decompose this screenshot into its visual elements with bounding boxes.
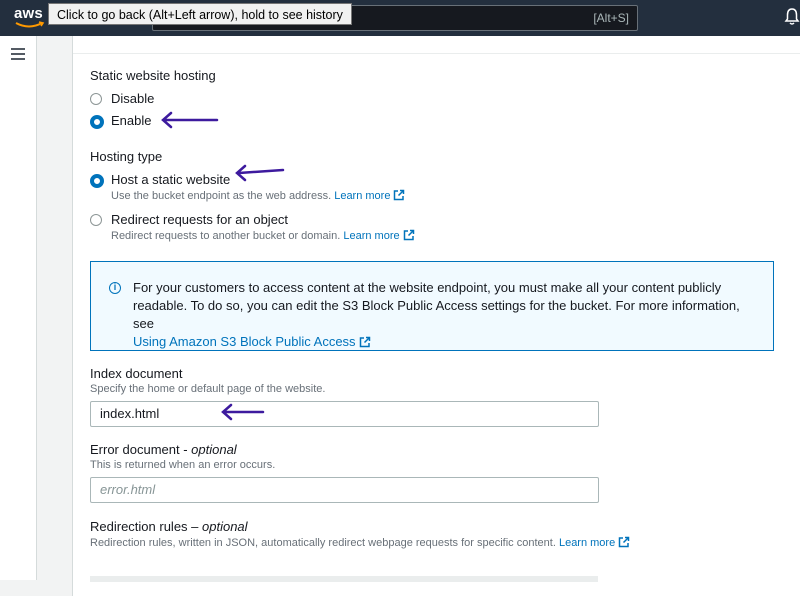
external-link-icon[interactable] — [359, 336, 371, 348]
info-alert-text: For your customers to access content at … — [133, 279, 763, 351]
redirection-rules-description: Redirection rules, written in JSON, auto… — [90, 536, 630, 549]
index-document-label: Index document — [90, 366, 183, 381]
hosting-type-label: Hosting type — [90, 149, 163, 164]
aws-logo[interactable]: aws — [14, 5, 48, 31]
radio-host-static-website[interactable] — [90, 174, 104, 188]
radio-disable-label[interactable]: Disable — [111, 91, 154, 106]
external-link-icon[interactable] — [618, 536, 630, 548]
aws-logo-text: aws — [14, 5, 43, 22]
annotation-arrow-icon — [161, 111, 219, 129]
redirection-rules-label-text: Redirection rules — [90, 519, 188, 534]
search-shortcut-hint: [Alt+S] — [593, 11, 629, 25]
external-link-icon[interactable] — [393, 189, 405, 201]
block-public-access-link[interactable]: Using Amazon S3 Block Public Access — [133, 334, 356, 349]
hamburger-menu-icon[interactable] — [11, 48, 25, 60]
annotation-arrow-icon — [221, 403, 265, 421]
radio-enable-label[interactable]: Enable — [111, 113, 151, 128]
annotation-arrow-icon — [235, 164, 285, 182]
aws-smile-icon — [15, 21, 45, 28]
learn-more-link[interactable]: Learn more — [343, 230, 399, 242]
info-alert-message: For your customers to access content at … — [133, 280, 740, 331]
host-static-description-text: Use the bucket endpoint as the web addre… — [111, 190, 332, 202]
block-public-access-info-alert: i For your customers to access content a… — [90, 261, 774, 351]
learn-more-link[interactable]: Learn more — [334, 190, 390, 202]
error-document-input[interactable]: error.html — [90, 477, 599, 503]
redirection-rules-label: Redirection rules – optional — [90, 519, 248, 534]
error-document-description: This is returned when an error occurs. — [90, 459, 276, 471]
index-document-description: Specify the home or default page of the … — [90, 383, 326, 395]
host-static-website-description: Use the bucket endpoint as the web addre… — [111, 189, 405, 202]
optional-tag: optional — [202, 519, 248, 534]
side-navigation — [0, 36, 37, 580]
radio-host-static-website-label[interactable]: Host a static website — [111, 172, 230, 187]
optional-tag: optional — [191, 442, 237, 457]
learn-more-link[interactable]: Learn more — [559, 537, 615, 549]
redirect-requests-description: Redirect requests to another bucket or d… — [111, 229, 415, 242]
radio-redirect-requests[interactable] — [90, 214, 102, 226]
external-link-icon[interactable] — [403, 229, 415, 241]
notifications-bell-icon[interactable] — [784, 7, 800, 27]
radio-enable[interactable] — [90, 115, 104, 129]
radio-redirect-requests-label[interactable]: Redirect requests for an object — [111, 212, 288, 227]
back-button-tooltip: Click to go back (Alt+Left arrow), hold … — [48, 3, 352, 25]
panel-top-divider — [73, 36, 800, 54]
error-document-label: Error document - optional — [90, 442, 237, 457]
redirection-rules-editor[interactable] — [90, 576, 598, 582]
radio-disable[interactable] — [90, 93, 102, 105]
error-document-label-text: Error document — [90, 442, 180, 457]
redirect-description-text: Redirect requests to another bucket or d… — [111, 230, 341, 242]
static-hosting-label: Static website hosting — [90, 68, 216, 83]
redirection-rules-description-text: Redirection rules, written in JSON, auto… — [90, 537, 556, 549]
info-icon: i — [109, 282, 121, 294]
index-document-input[interactable]: index.html — [90, 401, 599, 427]
